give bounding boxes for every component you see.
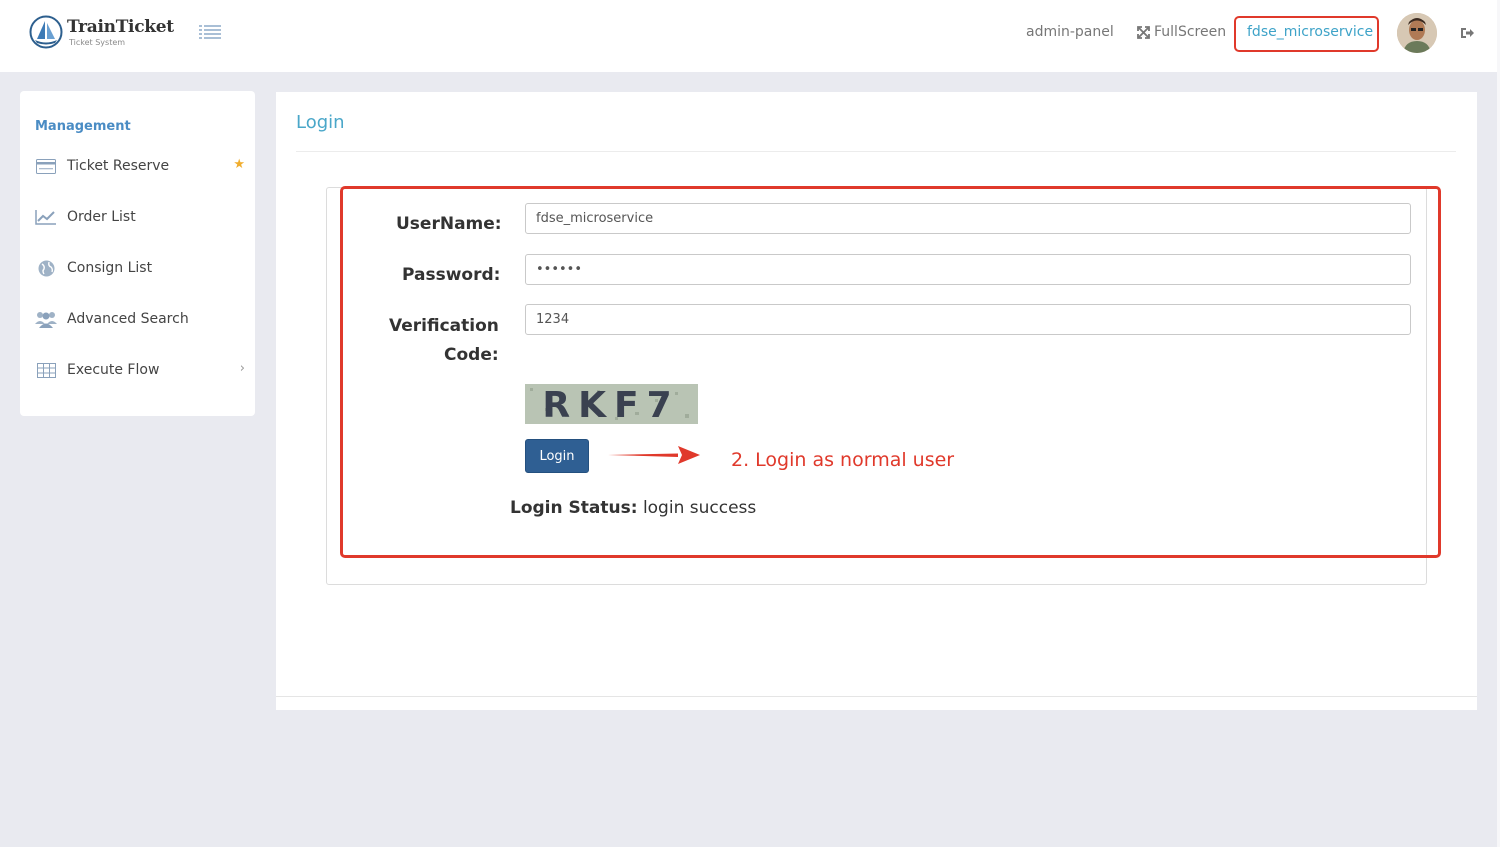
- sidebar-item-label: Order List: [67, 209, 136, 225]
- fullscreen-button[interactable]: FullScreen: [1137, 24, 1226, 40]
- brand-tagline: Ticket System: [69, 38, 126, 47]
- brand-name: TrainTicket: [67, 17, 174, 37]
- main-panel: Login UserName: Password: Verification C…: [276, 92, 1477, 710]
- menu-list-icon[interactable]: [199, 24, 221, 42]
- credit-card-icon: [35, 157, 57, 175]
- table-icon: [35, 361, 57, 379]
- form-highlight-box: [340, 186, 1441, 558]
- sidebar-heading: Management: [35, 119, 131, 134]
- star-icon: ★: [233, 157, 245, 172]
- title-divider: [296, 151, 1456, 152]
- sidebar-item-execute-flow[interactable]: Execute Flow ›: [35, 355, 245, 385]
- fullscreen-label: FullScreen: [1154, 24, 1227, 40]
- current-user-link[interactable]: fdse_microservice: [1247, 24, 1373, 40]
- users-icon: [35, 310, 57, 328]
- sidebar-item-label: Consign List: [67, 260, 153, 276]
- page-title: Login: [296, 112, 345, 133]
- ship-logo-icon: [29, 15, 63, 49]
- panel-bottom-border: [276, 696, 1477, 697]
- app-logo[interactable]: TrainTicket Ticket System: [29, 15, 179, 51]
- admin-panel-link[interactable]: admin-panel: [1026, 24, 1114, 40]
- globe-icon: [35, 259, 57, 277]
- user-portrait-icon: [1397, 13, 1437, 53]
- sidebar-item-label: Ticket Reserve: [67, 158, 170, 174]
- sidebar-item-order-list[interactable]: Order List: [35, 202, 245, 232]
- sidebar: Management Ticket Reserve ★ Order List C…: [20, 91, 255, 416]
- avatar[interactable]: [1397, 13, 1437, 53]
- sidebar-item-ticket-reserve[interactable]: Ticket Reserve ★: [35, 151, 245, 181]
- line-chart-icon: [35, 208, 57, 226]
- top-navbar: TrainTicket Ticket System admin-panel Fu…: [0, 0, 1497, 72]
- sidebar-item-consign-list[interactable]: Consign List: [35, 253, 245, 283]
- sidebar-item-advanced-search[interactable]: Advanced Search: [35, 304, 245, 334]
- expand-icon: [1137, 25, 1150, 39]
- logout-icon[interactable]: [1459, 25, 1475, 41]
- chevron-right-icon: ›: [239, 361, 245, 376]
- sidebar-item-label: Execute Flow: [67, 362, 160, 378]
- sidebar-item-label: Advanced Search: [67, 311, 189, 327]
